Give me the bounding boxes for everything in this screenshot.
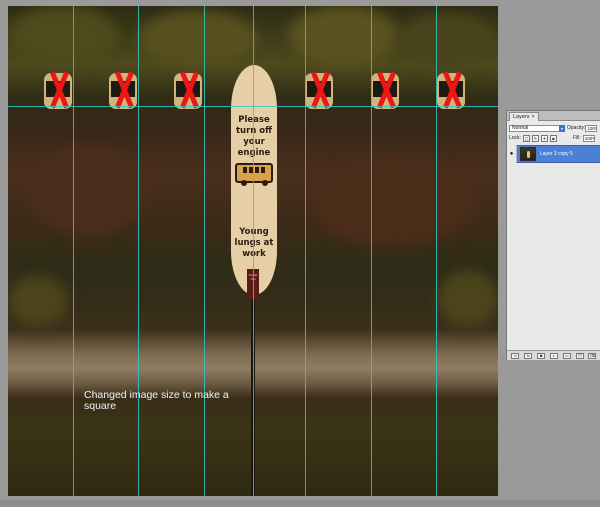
- link-icon[interactable]: ∞: [511, 352, 520, 359]
- crossed-bus-sign-1: [44, 69, 74, 111]
- panel-tab-bar: Layers ×: [507, 111, 600, 121]
- status-bar: [0, 500, 600, 507]
- foliage-blob: [28, 146, 148, 236]
- crossed-bus-sign-2: [109, 69, 139, 111]
- blend-mode-value: Normal: [512, 124, 529, 131]
- sign-top-text: Please turn off your engine: [235, 115, 273, 158]
- eye-icon[interactable]: ●: [507, 145, 517, 163]
- vertical-guide[interactable]: [305, 6, 306, 496]
- caption-text: Changed image size to make a square: [84, 389, 229, 412]
- crossed-bus-sign-4: [305, 69, 335, 111]
- folder-icon[interactable]: ▭: [562, 352, 571, 359]
- sign-bottom-text: Young lungs at work: [234, 227, 274, 259]
- layer-thumbnail: [520, 147, 536, 161]
- close-icon[interactable]: ×: [532, 113, 535, 121]
- bus-icon: [235, 161, 273, 187]
- lock-row: Lock: ▢ ✎ ✛ ■ Fill: 100%: [509, 134, 600, 142]
- crossed-bus-sign-3: [174, 69, 204, 111]
- layer-row-selected[interactable]: ● Layer 3 copy 5: [507, 145, 600, 163]
- tab-layers[interactable]: Layers ×: [509, 112, 539, 121]
- vertical-guide[interactable]: [138, 6, 139, 496]
- foliage-blob: [8, 6, 118, 66]
- new-layer-icon[interactable]: ❐: [575, 352, 584, 359]
- no-idling-sign: Please turn off your engine Young lungs …: [231, 65, 277, 299]
- foliage-blob: [308, 156, 478, 246]
- blend-mode-select[interactable]: Normal ▾: [509, 124, 565, 132]
- adjustment-layer-icon[interactable]: ◐: [549, 352, 558, 359]
- lock-all-icon[interactable]: ■: [549, 134, 557, 142]
- foliage-blob: [438, 271, 498, 326]
- fill-label: Fill:: [572, 135, 581, 141]
- vertical-guide[interactable]: [436, 6, 437, 496]
- vertical-guide[interactable]: [371, 6, 372, 496]
- tab-layers-label: Layers: [513, 114, 530, 120]
- layers-panel: Layers × Normal ▾ Opacity: 100% Lock: ▢ …: [506, 110, 600, 360]
- lock-label: Lock:: [509, 135, 521, 141]
- opacity-field[interactable]: 100%: [585, 124, 598, 132]
- fill-field[interactable]: 100%: [582, 134, 595, 142]
- blend-row: Normal ▾ Opacity: 100%: [509, 124, 600, 132]
- layer-name[interactable]: Layer 3 copy 5: [540, 151, 573, 157]
- lock-transparency-icon[interactable]: ▢: [522, 134, 530, 142]
- foliage-blob: [138, 11, 258, 66]
- trash-icon[interactable]: ⌫: [588, 352, 597, 359]
- chevron-down-icon[interactable]: ▾: [559, 124, 565, 132]
- crossed-bus-sign-6: [437, 69, 467, 111]
- crossed-bus-sign-5: [371, 69, 401, 111]
- lock-pixels-icon[interactable]: ✎: [531, 134, 539, 142]
- mask-icon[interactable]: ◙: [537, 352, 546, 359]
- panel-bottom-toolbar: ∞ fx ◙ ◐ ▭ ❐ ⌫: [507, 350, 600, 360]
- lock-position-icon[interactable]: ✛: [540, 134, 548, 142]
- horizontal-guide[interactable]: [8, 106, 498, 107]
- vertical-guide[interactable]: [73, 6, 74, 496]
- foliage-blob: [8, 276, 68, 326]
- vertical-guide[interactable]: [253, 6, 254, 496]
- vertical-guide[interactable]: [204, 6, 205, 496]
- opacity-label: Opacity:: [567, 125, 586, 131]
- foliage-blob: [398, 14, 498, 69]
- document-canvas[interactable]: Please turn off your engine Young lungs …: [8, 6, 498, 496]
- fx-icon[interactable]: fx: [524, 352, 533, 359]
